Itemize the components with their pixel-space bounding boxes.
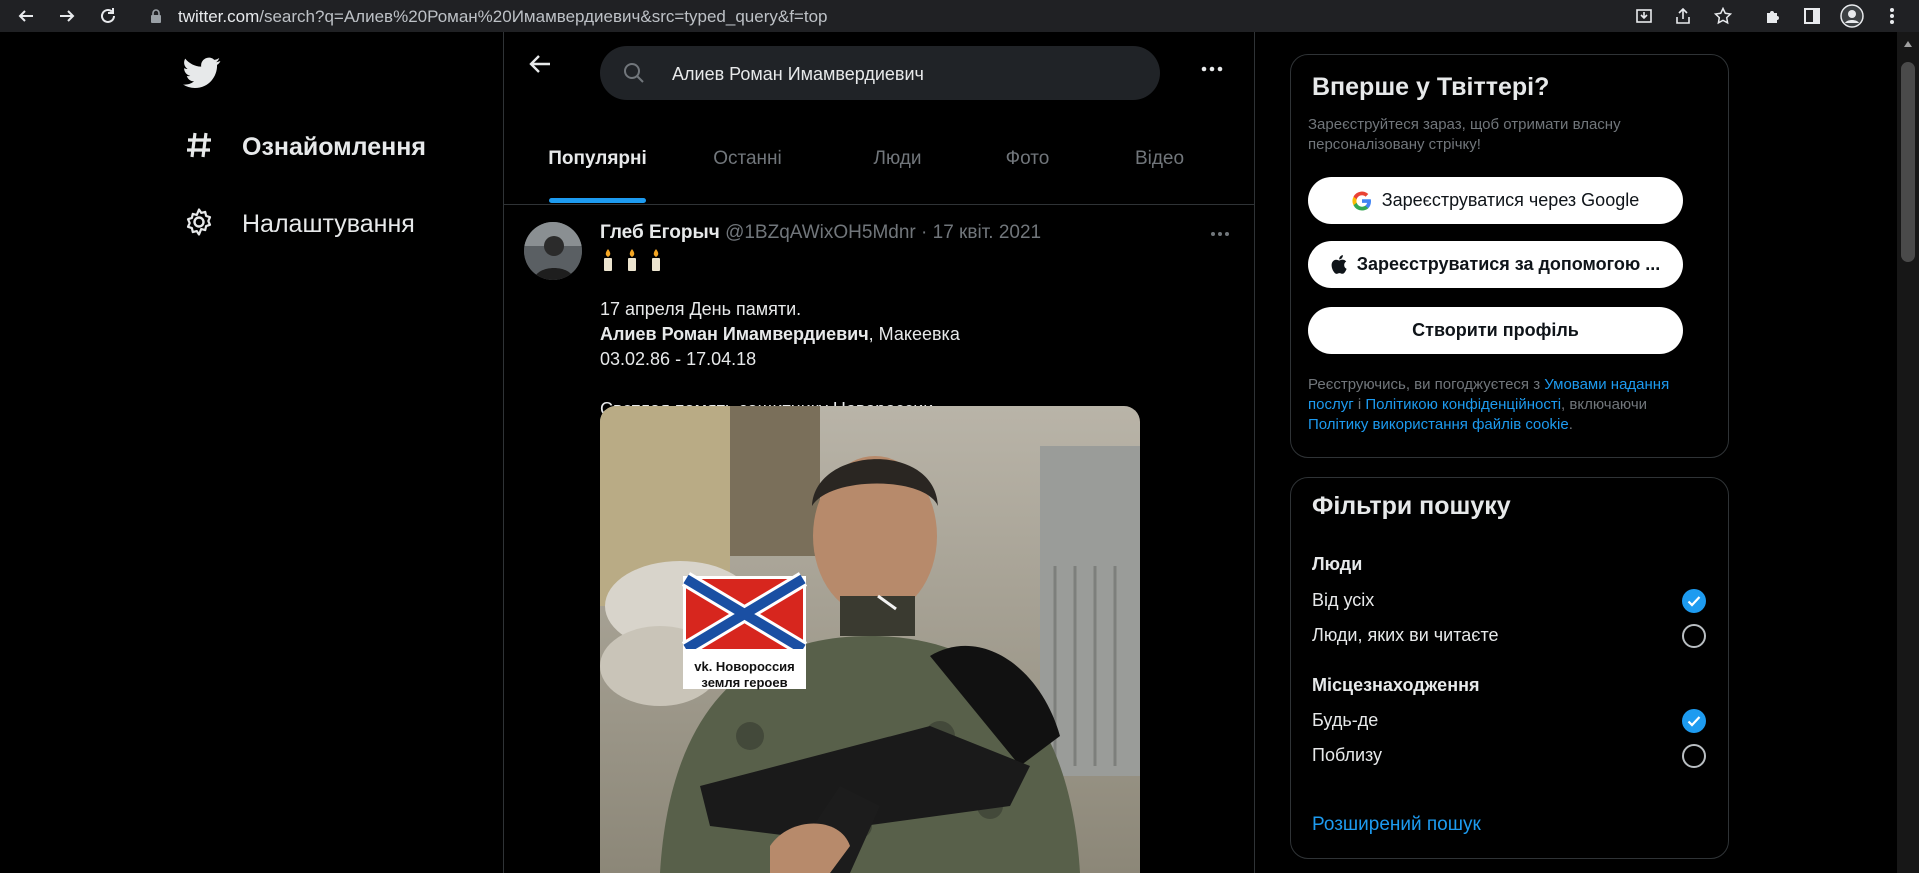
filter-option-anywhere[interactable]: Будь-де: [1312, 710, 1378, 731]
unchecked-radio-icon[interactable]: [1682, 624, 1706, 648]
author-handle[interactable]: @1BZqAWixOH5Mdnr: [725, 222, 916, 243]
browser-toolbar: twitter.com/search?q=Алиев%20Роман%20Има…: [0, 0, 1919, 32]
filters-title: Фільтри пошуку: [1312, 492, 1511, 520]
tweet-line: 03.02.86 - 17.04.18: [600, 349, 757, 369]
tweet-location: , Макеевка: [868, 324, 960, 344]
page-scrollbar[interactable]: [1897, 32, 1919, 873]
terms-text: , включаючи: [1561, 396, 1648, 413]
candle-emoji-row: [600, 248, 664, 278]
tweet-bold-name: Алиев Роман Имамвердиевич: [600, 324, 869, 344]
apple-signup-label: Зареєструватися за допомогою ...: [1356, 254, 1661, 274]
photo-caption-line: земля героев: [701, 675, 788, 690]
filter-option-near-you[interactable]: Поблизу: [1312, 745, 1382, 766]
tweet-more-icon[interactable]: [1204, 222, 1236, 246]
location-filter-heading: Місцезнаходження: [1312, 675, 1480, 695]
create-account-button[interactable]: Створити профіль: [1308, 307, 1683, 354]
bookmark-star-icon[interactable]: [1711, 4, 1735, 28]
signup-title: Вперше у Твіттері?: [1312, 73, 1550, 101]
google-signup-button[interactable]: Зареєструватися через Google: [1308, 177, 1683, 224]
install-app-icon[interactable]: [1632, 4, 1656, 28]
terms-text: і: [1353, 396, 1366, 413]
scroll-up-arrow-icon[interactable]: [1903, 40, 1913, 48]
tweet-line: 17 апреля День памяти.: [600, 299, 802, 319]
unchecked-radio-icon[interactable]: [1682, 744, 1706, 768]
signup-card: Вперше у Твіттері? Зареєструйтеся зараз,…: [1290, 54, 1729, 458]
browser-menu-icon[interactable]: [1880, 4, 1904, 28]
profile-avatar-icon[interactable]: [1840, 4, 1864, 28]
apple-logo-icon: [1331, 255, 1347, 274]
checked-radio-icon[interactable]: [1682, 709, 1706, 733]
photo-caption-line: vk. Новороссия: [694, 659, 795, 674]
google-signup-label: Зареєструватися через Google: [1381, 190, 1640, 210]
hashtag-icon: [184, 130, 214, 165]
url-path: /search?q=Алиев%20Роман%20Имамвердиевич&…: [259, 7, 828, 26]
candle-icon: [648, 248, 664, 278]
url-text[interactable]: twitter.com/search?q=Алиев%20Роман%20Има…: [178, 7, 827, 27]
scrollbar-thumb[interactable]: [1901, 62, 1915, 262]
side-panel-icon[interactable]: [1800, 4, 1824, 28]
active-tab-indicator: [549, 198, 646, 203]
search-filters-card: Фільтри пошуку Люди Від усіх Люди, яких …: [1290, 477, 1729, 859]
author-name[interactable]: Глеб Егорыч: [600, 222, 720, 243]
twitter-logo-icon[interactable]: [183, 57, 221, 91]
candle-icon: [600, 248, 616, 278]
apple-signup-button[interactable]: Зареєструватися за допомогою ...: [1308, 241, 1683, 288]
address-bar[interactable]: twitter.com/search?q=Алиев%20Роман%20Има…: [136, 3, 1636, 29]
browser-back-icon[interactable]: [14, 4, 38, 28]
nav-settings-label: Налаштування: [242, 210, 415, 238]
tweet-photo[interactable]: vk. Новороссия земля героев: [600, 406, 1140, 873]
signup-terms: Реєструючись, ви погоджуєтеся з Умовами …: [1308, 375, 1708, 435]
advanced-search-link[interactable]: Розширений пошук: [1312, 814, 1481, 836]
privacy-policy-link[interactable]: Політикою конфіденційності: [1365, 396, 1561, 413]
nav-explore[interactable]: Ознайомлення: [184, 130, 426, 165]
signup-subtitle: Зареєструйтеся зараз, щоб отримати власн…: [1308, 116, 1621, 153]
more-options-icon[interactable]: [1196, 54, 1228, 84]
search-icon: [624, 63, 644, 83]
candle-icon: [624, 248, 640, 278]
people-filter-heading: Люди: [1312, 554, 1363, 574]
search-results-column: Популярні Останні Люди Фото Відео Глеб Е…: [503, 32, 1255, 873]
nav-settings[interactable]: Налаштування: [184, 207, 415, 242]
tweet-text: 17 апреля День памяти. Алиев Роман Имамв…: [600, 297, 960, 422]
header-separator: ·: [921, 222, 928, 243]
terms-text: .: [1568, 416, 1573, 433]
back-arrow-icon[interactable]: [524, 48, 556, 80]
url-host: twitter.com: [178, 7, 260, 26]
google-logo-icon: [1352, 191, 1372, 211]
search-box[interactable]: [600, 46, 1160, 102]
filter-option-people-you-follow[interactable]: Люди, яких ви читаєте: [1312, 625, 1499, 646]
tweet-header: Глеб Егорыч @1BZqAWixOH5Mdnr · 17 квіт. …: [600, 222, 1041, 244]
search-input[interactable]: [670, 46, 1134, 102]
browser-reload-icon[interactable]: [96, 4, 120, 28]
share-icon[interactable]: [1671, 4, 1695, 28]
checked-radio-icon[interactable]: [1682, 589, 1706, 613]
nav-explore-label: Ознайомлення: [242, 133, 426, 161]
photo-caption: vk. Новороссия земля героев: [683, 659, 806, 691]
cookie-policy-link[interactable]: Політику використання файлів cookie: [1308, 416, 1569, 433]
tweet-date[interactable]: 17 квіт. 2021: [933, 222, 1041, 243]
lock-icon[interactable]: [150, 9, 162, 23]
extensions-puzzle-icon[interactable]: [1761, 4, 1785, 28]
tweet-line: Алиев Роман Имамвердиевич, Макеевка: [600, 322, 960, 347]
filter-option-from-anyone[interactable]: Від усіх: [1312, 590, 1374, 611]
settings-gear-icon: [184, 207, 214, 242]
author-avatar[interactable]: [524, 222, 582, 280]
search-tabs: Популярні Останні Люди Фото Відео: [504, 114, 1254, 205]
tab-videos[interactable]: Відео: [1066, 114, 1253, 204]
terms-text: Реєструючись, ви погоджуєтеся з: [1308, 376, 1545, 393]
browser-forward-icon[interactable]: [55, 4, 79, 28]
